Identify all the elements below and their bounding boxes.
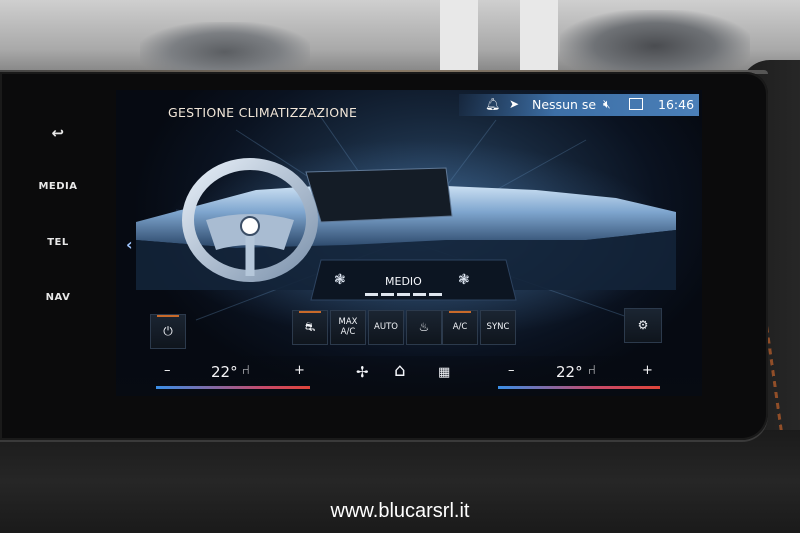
background-car [140,22,310,72]
passenger-seat-heat-icon[interactable]: ⑁ [588,363,596,378]
fan-icon[interactable]: ✢ [356,363,369,381]
passenger-temp-value: 22° [556,363,583,381]
fan-decrease-icon[interactable]: ❃ [334,272,346,288]
chevron-left-icon[interactable]: ‹ [126,235,133,254]
showroom-pillar [520,0,558,80]
status-bar: 🔔︎ ➤ Nessun se 🔇︎ 16:46 [459,94,699,116]
bell-icon[interactable]: 🔔︎ [485,97,500,111]
power-icon: ⏻ [163,323,173,338]
defrost-button[interactable]: ♨ [406,310,442,345]
fan-increase-icon[interactable]: ❃ [458,272,470,288]
auto-button[interactable]: AUTO [368,310,404,345]
driver-temp-decrease-button[interactable]: – [164,363,171,378]
cabin-illustration [136,109,676,340]
tel-button[interactable]: TEL [26,237,90,248]
indicator-lamp [157,315,179,317]
max-ac-label: MAX A/C [339,317,358,337]
background-car [560,10,750,70]
indicator-lamp [299,311,321,313]
clock: 16:46 [658,97,695,112]
max-ac-line2: A/C [340,326,356,337]
sync-button[interactable]: SYNC [480,310,516,345]
defrost-icon: ♨ [418,319,430,334]
passenger-temp-decrease-button[interactable]: – [508,363,515,378]
nav-button[interactable]: NAV [26,292,90,303]
driver-temp-bar[interactable] [156,386,310,389]
passenger-temp-increase-button[interactable]: + [642,363,653,378]
driver-temp-value: 22° [211,363,238,381]
home-icon[interactable]: ⌂ [394,360,405,381]
media-button[interactable]: MEDIA [26,181,90,192]
driver-profile-icon[interactable] [629,98,643,110]
ac-label: A/C [452,321,468,332]
driver-temp-increase-button[interactable]: + [294,363,305,378]
watermark: www.blucarsrl.it [330,500,470,522]
driver-seat-heat-icon[interactable]: ⑁ [242,363,250,378]
auto-label: AUTO [374,321,398,332]
gear-icon: ⚙ [637,317,649,332]
bottom-control-strip [116,356,702,396]
fan-level-indicator[interactable] [365,293,445,296]
climate-screen: GESTIONE CLIMATIZZAZIONE 🔔︎ ➤ Nessun se … [116,90,702,396]
max-ac-button[interactable]: MAX A/C [330,310,366,345]
back-button[interactable]: ↩ [26,124,90,142]
photo-scene: ↩ MEDIA TEL NAV GESTIONE CLIMATIZZAZIONE… [0,0,800,533]
connection-status-text: Nessun se [532,97,597,112]
fan-level-label: MEDIO [385,275,422,288]
recirculation-button[interactable]: ⛐ [292,310,328,345]
sync-label: SYNC [486,321,510,332]
page-title: GESTIONE CLIMATIZZAZIONE [168,105,358,120]
navigation-arrow-icon: ➤ [509,97,520,111]
showroom-pillar [440,0,478,80]
passenger-temp-bar[interactable] [498,386,660,389]
settings-button[interactable]: ⚙ [624,308,662,343]
power-button[interactable]: ⏻ [150,314,186,349]
mute-icon[interactable]: 🔇︎ [603,97,611,112]
indicator-lamp [449,311,471,313]
ac-button[interactable]: A/C [442,310,478,345]
recirculation-icon: ⛐ [304,319,316,334]
apps-grid-icon[interactable]: ▦ [438,365,450,380]
